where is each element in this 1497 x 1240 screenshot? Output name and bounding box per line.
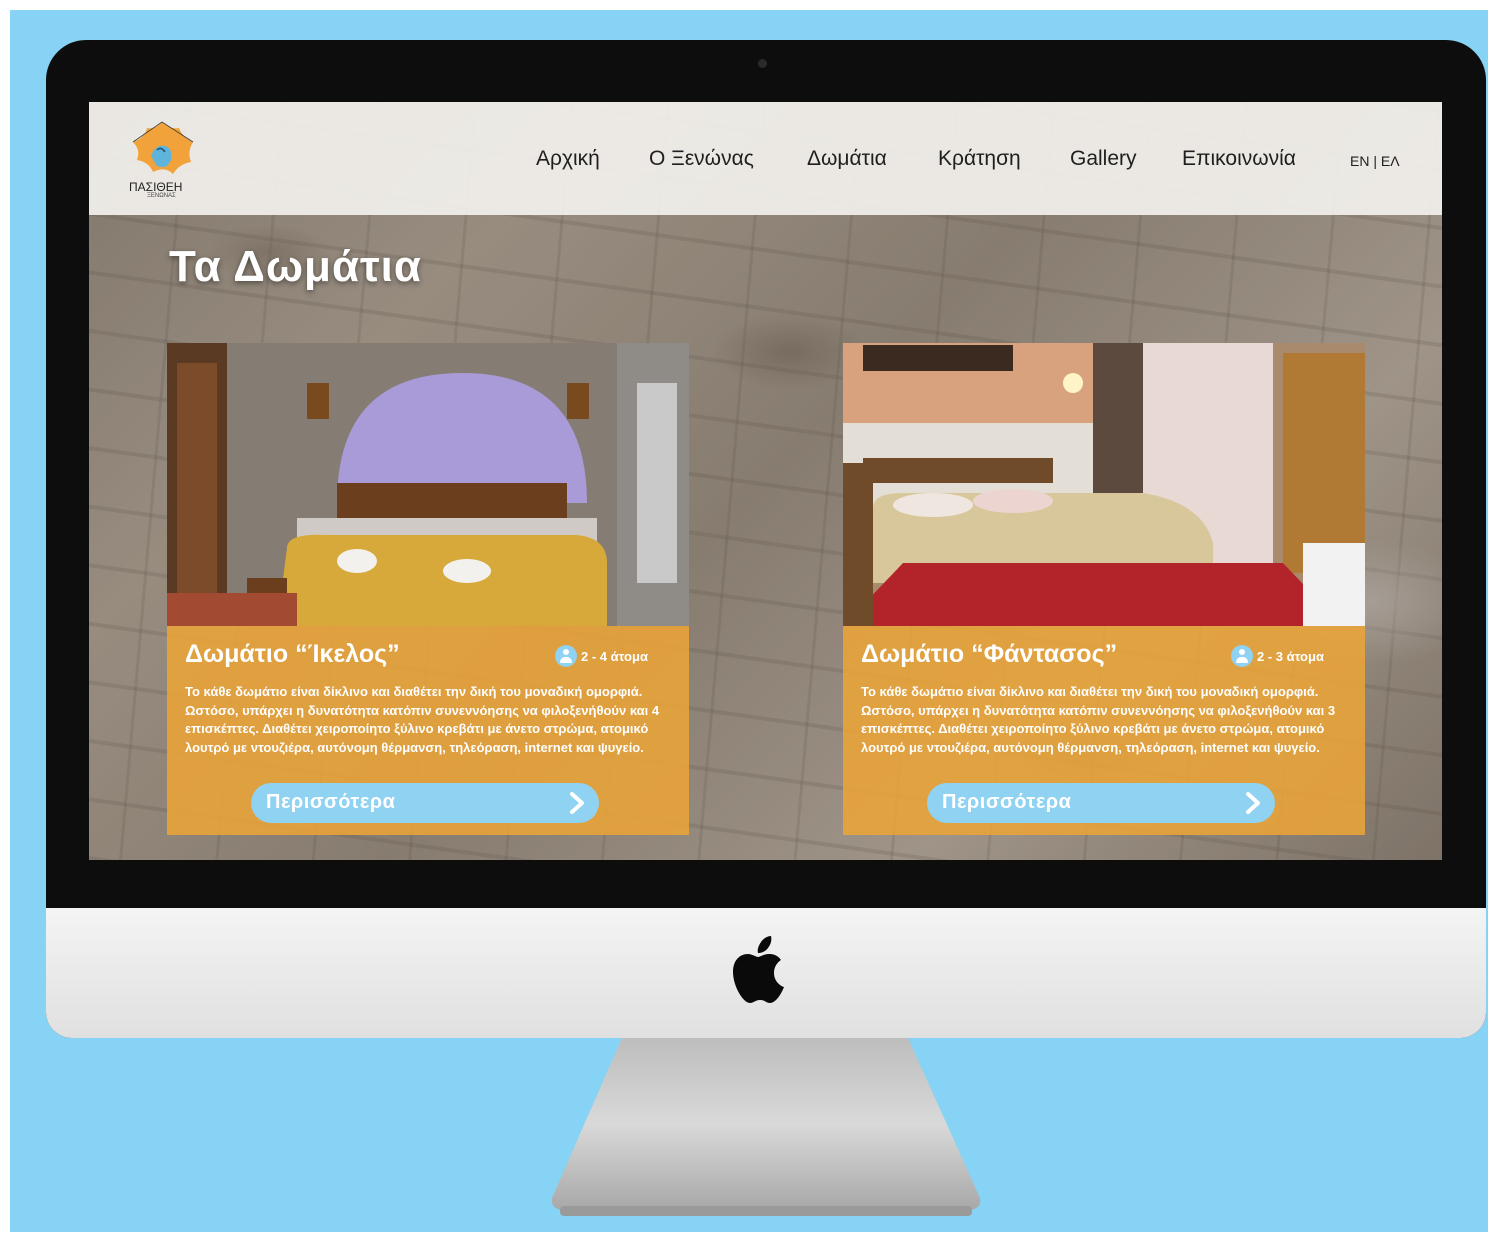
room-description: Το κάθε δωμάτιο είναι δίκλινο και διαθέτ… — [185, 684, 660, 755]
language-switch[interactable]: EN | EΛ — [1350, 153, 1400, 169]
more-button-label: Περισσότερα — [942, 791, 1072, 813]
room-card-fantasos: Δωμάτιο “Φάντασος” 2 - 3 άτομα Το κάθε δ… — [843, 343, 1365, 835]
room-info-panel: Δωμάτιο “Ίκελος” 2 - 4 άτομα Το κάθε δωμ… — [167, 626, 689, 835]
capacity-badge: 2 - 3 άτομα — [1231, 645, 1324, 667]
nav-home[interactable]: Αρχική — [536, 147, 600, 171]
room-title: Δωμάτιο “Ίκελος” — [185, 640, 400, 668]
room-photo-ikelos[interactable] — [167, 343, 689, 626]
apple-logo-icon — [733, 936, 784, 1003]
more-button-label: Περισσότερα — [266, 791, 396, 813]
capacity-badge: 2 - 4 άτομα — [555, 645, 648, 667]
logo-subtext: ΞΕΝΩΝΑΣ — [147, 193, 176, 199]
more-button[interactable]: Περισσότερα — [927, 783, 1275, 823]
room-description: Το κάθε δωμάτιο είναι δίκλινο και διαθέτ… — [861, 684, 1336, 755]
camera-icon — [758, 59, 767, 68]
nav-booking[interactable]: Κράτηση — [938, 147, 1021, 171]
capacity-text: 2 - 4 άτομα — [581, 648, 648, 664]
user-icon — [1231, 645, 1253, 667]
room-photo-fantasos[interactable] — [843, 343, 1365, 626]
capacity-text: 2 - 3 άτομα — [1257, 648, 1324, 664]
nav-gallery[interactable]: Gallery — [1070, 147, 1137, 171]
more-button[interactable]: Περισσότερα — [251, 783, 599, 823]
nav-guesthouse[interactable]: Ο Ξενώνας — [649, 147, 754, 171]
screen: ΠΑΣΙΘΕΗ ΞΕΝΩΝΑΣ Αρχική Ο Ξενώνας Δωμάτια… — [89, 102, 1442, 860]
page-title: Τα Δωμάτια — [169, 242, 422, 291]
site-header: ΠΑΣΙΘΕΗ ΞΕΝΩΝΑΣ Αρχική Ο Ξενώνας Δωμάτια… — [89, 102, 1442, 215]
room-card-ikelos: Δωμάτιο “Ίκελος” 2 - 4 άτομα Το κάθε δωμ… — [167, 343, 689, 835]
nav-rooms[interactable]: Δωμάτια — [807, 147, 887, 171]
chevron-right-icon — [1246, 792, 1260, 814]
imac-stand — [551, 1038, 981, 1216]
logo-text: ΠΑΣΙΘΕΗ — [129, 180, 183, 194]
chevron-right-icon — [570, 792, 584, 814]
nav-contact[interactable]: Επικοινωνία — [1182, 147, 1296, 171]
user-icon — [555, 645, 577, 667]
room-title: Δωμάτιο “Φάντασος” — [861, 640, 1118, 668]
room-info-panel: Δωμάτιο “Φάντασος” 2 - 3 άτομα Το κάθε δ… — [843, 626, 1365, 835]
